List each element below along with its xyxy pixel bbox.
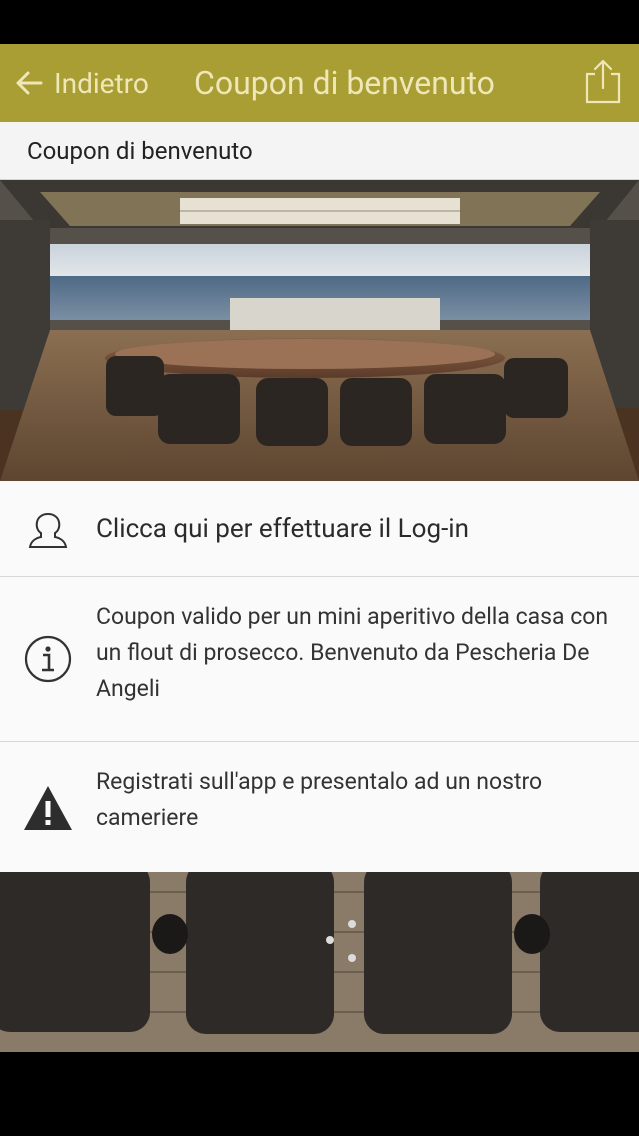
info-list: Clicca qui per effettuare il Log-in Coup…	[0, 481, 639, 872]
deck-chairs-illustration	[0, 872, 639, 1052]
bottom-bar	[0, 1052, 639, 1136]
coupon-description: Coupon valido per un mini aperitivo dell…	[96, 603, 609, 702]
user-icon	[28, 512, 68, 548]
login-text: Clicca qui per effettuare il Log-in	[96, 514, 469, 544]
status-bar	[0, 0, 639, 44]
section-title: Coupon di benvenuto	[27, 137, 253, 165]
back-label: Indietro	[54, 66, 149, 100]
login-row[interactable]: Clicca qui per effettuare il Log-in	[0, 481, 639, 577]
background-image	[0, 872, 639, 1052]
instruction-text: Registrati sull'app e presentalo ad un n…	[96, 768, 543, 831]
page-title: Coupon di benvenuto	[194, 64, 495, 102]
info-icon	[24, 635, 72, 683]
coupon-info-row: Coupon valido per un mini aperitivo dell…	[0, 577, 639, 742]
section-header: Coupon di benvenuto	[0, 122, 639, 180]
back-button[interactable]: Indietro	[14, 44, 149, 122]
share-icon	[585, 59, 621, 104]
arrow-left-icon	[16, 71, 43, 95]
navigation-bar: Indietro Coupon di benvenuto	[0, 44, 639, 122]
hero-image	[0, 180, 639, 481]
instruction-row: Registrati sull'app e presentalo ad un n…	[0, 742, 639, 872]
warning-icon	[24, 786, 72, 830]
share-button[interactable]	[583, 58, 623, 106]
yacht-deck-illustration	[0, 180, 639, 481]
